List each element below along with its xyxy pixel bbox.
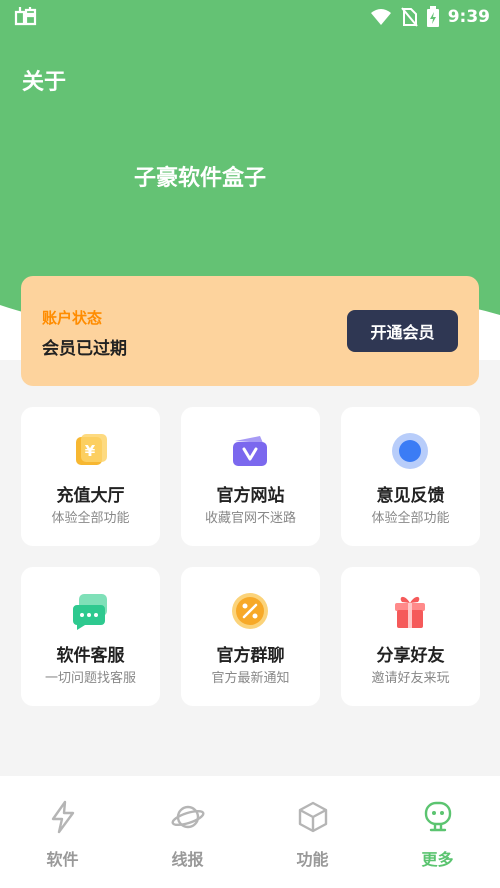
v-card-icon bbox=[233, 436, 267, 466]
nav-label: 功能 bbox=[296, 850, 329, 869]
tile-customer-service[interactable]: 软件客服 一切问题找客服 bbox=[21, 567, 160, 706]
bottom-navigation: 软件 线报 功能 更多 bbox=[0, 776, 500, 888]
nav-item-news[interactable]: 线报 bbox=[125, 776, 250, 888]
wifi-icon bbox=[370, 9, 391, 25]
status-icons: 9:39 bbox=[370, 6, 490, 28]
no-sim-icon bbox=[400, 7, 418, 27]
tile-recharge-hall[interactable]: ¥ 充值大厅 体验全部功能 bbox=[21, 407, 160, 546]
robot-icon bbox=[424, 801, 452, 832]
svg-text:¥: ¥ bbox=[85, 442, 96, 460]
nav-item-functions[interactable]: 功能 bbox=[250, 776, 375, 888]
tile-subtitle: 收藏官网不迷路 bbox=[204, 511, 296, 526]
tile-feedback[interactable]: 意见反馈 体验全部功能 bbox=[341, 407, 480, 546]
tile-title: 软件客服 bbox=[56, 646, 125, 666]
tile-official-website[interactable]: 官方网站 收藏官网不迷路 bbox=[181, 407, 320, 546]
gift-icon bbox=[395, 596, 425, 628]
battery-charging-icon bbox=[426, 6, 439, 27]
status-time: 9:39 bbox=[447, 7, 490, 27]
tile-title: 分享好友 bbox=[376, 646, 445, 666]
nav-label: 软件 bbox=[46, 850, 79, 869]
nav-item-software[interactable]: 软件 bbox=[0, 776, 125, 888]
cube-icon bbox=[298, 801, 328, 833]
tile-subtitle: 邀请好友来玩 bbox=[371, 671, 450, 686]
planet-icon bbox=[171, 805, 205, 829]
tile-subtitle: 体验全部功能 bbox=[371, 511, 450, 526]
nav-item-more[interactable]: 更多 bbox=[375, 776, 500, 888]
tile-official-group[interactable]: 官方群聊 官方最新通知 bbox=[181, 567, 320, 706]
tile-title: 官方群聊 bbox=[216, 646, 285, 666]
about-screen: 9:39 关于 子豪软件盒子 账户状态 会员已过期 开通会员 ¥ 充值大厅 体验… bbox=[0, 0, 500, 888]
page-title: 关于 bbox=[22, 70, 67, 95]
bug-icon bbox=[12, 6, 38, 34]
app-name-title: 子豪软件盒子 bbox=[133, 166, 266, 191]
lightning-icon bbox=[51, 800, 75, 834]
blue-circle-icon bbox=[392, 433, 428, 469]
percent-coin-icon bbox=[232, 593, 268, 629]
tile-title: 意见反馈 bbox=[376, 486, 445, 506]
tile-subtitle: 一切问题找客服 bbox=[44, 671, 136, 686]
tile-share-friends[interactable]: 分享好友 邀请好友来玩 bbox=[341, 567, 480, 706]
chat-bubble-icon bbox=[73, 594, 107, 630]
nav-label: 线报 bbox=[171, 850, 204, 869]
tile-title: 充值大厅 bbox=[56, 486, 125, 506]
tile-subtitle: 官方最新通知 bbox=[211, 671, 290, 686]
tile-title: 官方网站 bbox=[216, 486, 285, 506]
yen-coin-icon: ¥ bbox=[76, 434, 107, 465]
membership-status-text: 会员已过期 bbox=[42, 339, 127, 359]
nav-label: 更多 bbox=[421, 850, 454, 869]
tile-subtitle: 体验全部功能 bbox=[51, 511, 130, 526]
status-bar: 9:39 bbox=[0, 0, 500, 36]
account-status-label: 账户状态 bbox=[42, 309, 103, 327]
account-status-card: 账户状态 会员已过期 开通会员 bbox=[21, 276, 479, 386]
open-membership-button[interactable]: 开通会员 bbox=[347, 310, 458, 352]
